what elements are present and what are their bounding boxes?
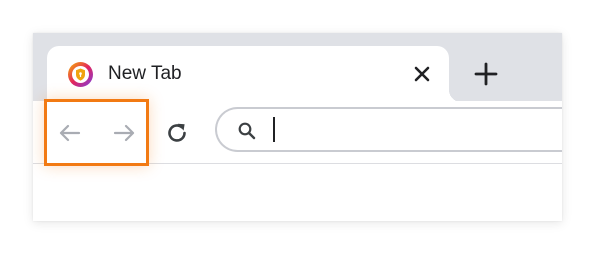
close-icon[interactable]: [411, 63, 433, 85]
search-icon: [238, 122, 256, 140]
tab-new-tab[interactable]: New Tab: [47, 46, 461, 102]
browser-window: New Tab: [33, 33, 562, 221]
text-caret: [273, 117, 275, 142]
address-input[interactable]: [269, 113, 562, 146]
arrow-left-icon[interactable]: [56, 119, 84, 147]
arrow-right-icon[interactable]: [110, 119, 138, 147]
stage: New Tab: [0, 0, 600, 261]
lock-shield-icon: [68, 62, 93, 87]
tab-strip: New Tab: [33, 33, 562, 102]
tab-title: New Tab: [108, 63, 182, 84]
reload-icon[interactable]: [163, 119, 191, 147]
new-tab-plus-icon[interactable]: [473, 61, 499, 87]
address-bar[interactable]: [215, 107, 562, 152]
